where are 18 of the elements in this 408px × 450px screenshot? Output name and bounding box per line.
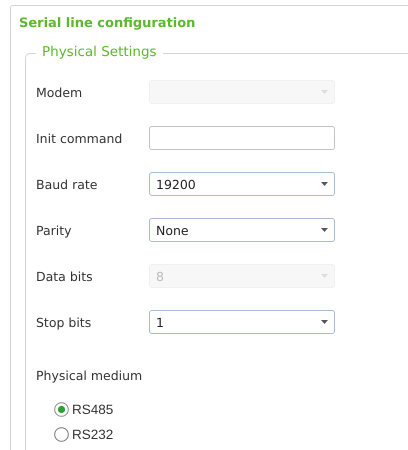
- field-label: Modem: [36, 84, 84, 100]
- group-legend: Physical Settings: [36, 44, 163, 60]
- field-label: Data bits: [36, 268, 94, 284]
- radio-option[interactable]: RS485: [54, 402, 114, 417]
- field-label: Baud rate: [36, 176, 98, 192]
- caret-icon: [321, 182, 328, 186]
- dropdown[interactable]: 1: [149, 310, 335, 334]
- dropdown[interactable]: None: [149, 218, 335, 242]
- field-label: Stop bits: [36, 314, 92, 330]
- input-field[interactable]: [149, 126, 335, 150]
- field-label: Physical medium: [36, 368, 142, 383]
- dropdown[interactable]: 19200: [149, 172, 335, 196]
- caret-icon: [321, 228, 328, 232]
- field-label: Parity: [36, 222, 73, 238]
- panel-title: Serial line configuration: [19, 16, 196, 31]
- field-label: Init command: [36, 130, 124, 146]
- radio-option[interactable]: RS232: [54, 427, 114, 442]
- caret-icon: [321, 320, 328, 324]
